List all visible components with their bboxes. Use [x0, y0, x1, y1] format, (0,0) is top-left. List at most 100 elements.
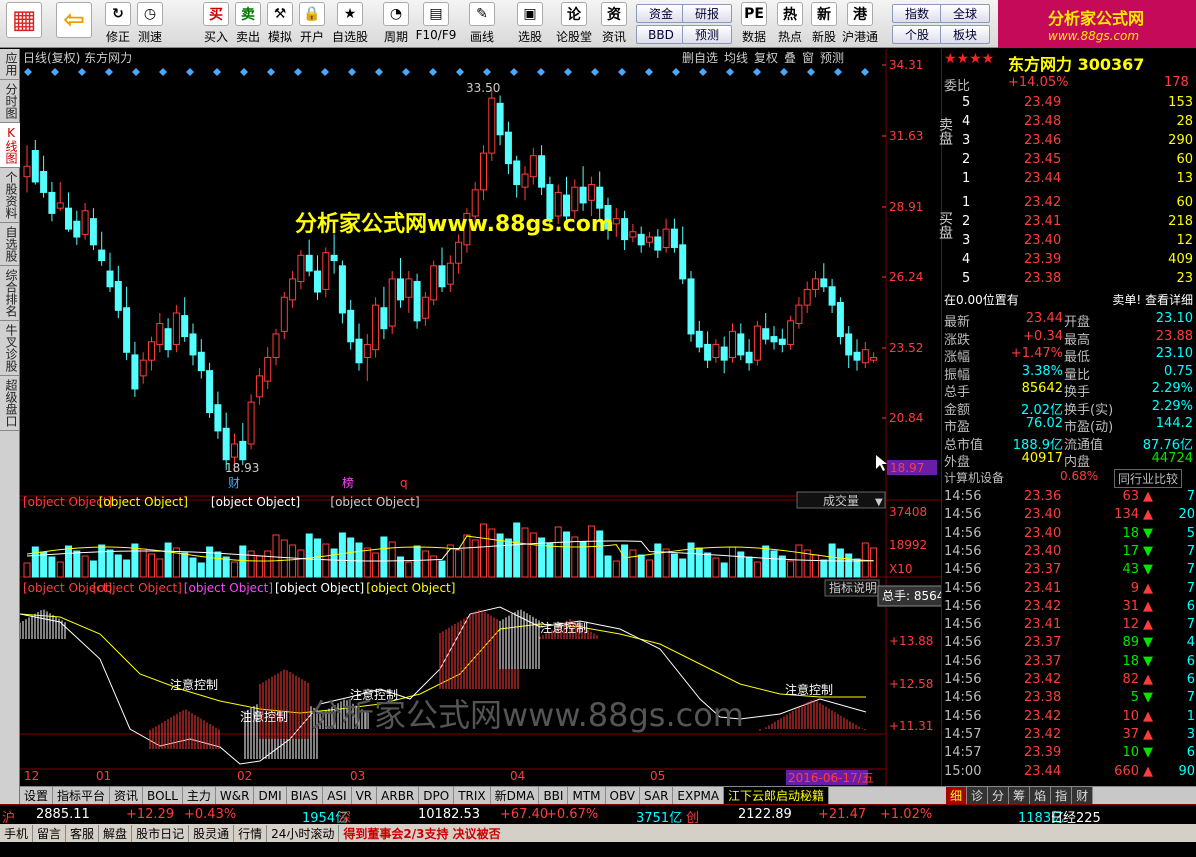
- toolbar-button-hk-connect[interactable]: 港沪港通: [842, 2, 878, 46]
- signal-diamond: [294, 68, 302, 76]
- buy-icon: 买: [203, 2, 229, 26]
- toolbar-button-ipo[interactable]: 新新股: [806, 2, 842, 46]
- toolbar-small-button[interactable]: BBD: [636, 25, 686, 44]
- indicator-tab[interactable]: BBI: [539, 787, 569, 804]
- news-ticker[interactable]: 得到董事会2/3支持 决议被否: [339, 825, 504, 842]
- chart-menu-3[interactable]: 叠: [784, 51, 796, 65]
- toolbar-button-f10[interactable]: ▤ F10/F9: [416, 2, 456, 46]
- signal-diamond: [483, 68, 491, 76]
- toolbar-small-button[interactable]: 预测: [682, 25, 732, 44]
- status-link[interactable]: 手机: [0, 824, 34, 842]
- toolbar-button-forum[interactable]: 论论股堂: [556, 2, 592, 46]
- indicator-tab[interactable]: BOLL: [143, 787, 183, 804]
- indicator-tab[interactable]: BIAS: [287, 787, 324, 804]
- volume-bar: [513, 522, 521, 578]
- status-link[interactable]: 24小时滚动: [267, 824, 340, 842]
- indicator-tab[interactable]: OBV: [606, 787, 641, 804]
- stat-label: 外盘: [944, 455, 971, 470]
- indicator-tab[interactable]: 主力: [183, 787, 216, 804]
- indicator-tab[interactable]: VR: [352, 787, 378, 804]
- detail-link[interactable]: 卖单! 查看详细: [1112, 291, 1193, 308]
- status-link[interactable]: 行情: [234, 824, 268, 842]
- indicator-tab[interactable]: 资讯: [110, 787, 144, 804]
- side-tab-4[interactable]: 自选股: [0, 223, 20, 266]
- indicator-tab[interactable]: DMI: [254, 787, 287, 804]
- panel-tab[interactable]: 筹: [1009, 787, 1031, 804]
- side-tab-0[interactable]: 应用: [0, 49, 20, 80]
- toolbar-button-lock[interactable]: 🔒 开户: [294, 2, 330, 46]
- toolbar-button-app-menu[interactable]: ▦: [4, 2, 44, 46]
- status-link[interactable]: 股市日记: [132, 824, 190, 842]
- industry-name[interactable]: 计算机设备: [944, 469, 1004, 486]
- panel-tab[interactable]: 指: [1051, 787, 1073, 804]
- event-marker[interactable]: 榜: [342, 475, 354, 490]
- side-tab-7[interactable]: 超级盘口: [0, 376, 20, 431]
- toolbar-button-clock[interactable]: ◔ 周期: [378, 2, 414, 46]
- side-tab-6[interactable]: 牛叉诊股: [0, 321, 20, 376]
- side-tab-3[interactable]: 个股资料: [0, 168, 20, 223]
- indicator-tab[interactable]: TRIX: [454, 787, 491, 804]
- toolbar-button-pencil[interactable]: ✎ 画线: [464, 2, 500, 46]
- toolbar-button-back-arrow[interactable]: ⇦: [54, 2, 94, 46]
- panel-tab[interactable]: 财: [1072, 787, 1094, 804]
- candle-body: [314, 270, 321, 293]
- indicator-tab[interactable]: ARBR: [377, 787, 420, 804]
- toolbar-small-button[interactable]: 研报: [682, 4, 732, 23]
- panel-tab[interactable]: 焰: [1030, 787, 1052, 804]
- toolbar-small-button[interactable]: 板块: [940, 25, 990, 44]
- status-link[interactable]: 留言: [33, 824, 67, 842]
- indicator-tab[interactable]: 指标平台: [53, 787, 111, 804]
- indicator-tab[interactable]: SAR: [640, 787, 674, 804]
- toolbar-button-revise[interactable]: ↻ 修正: [100, 2, 136, 46]
- chart-menu-4[interactable]: 窗: [802, 51, 814, 65]
- panel-tab[interactable]: 细: [946, 787, 968, 804]
- toolbar-small-button[interactable]: 全球: [940, 4, 990, 23]
- toolbar-button-pe[interactable]: PE 数据: [736, 2, 772, 46]
- indicator-help-label[interactable]: 指标说明: [829, 580, 877, 595]
- toolbar-small-button[interactable]: 指数: [892, 4, 942, 23]
- toolbar-button-sell[interactable]: 卖卖出: [230, 2, 266, 46]
- toolbar-button-buy[interactable]: 买买入: [198, 2, 234, 46]
- event-marker[interactable]: q: [400, 476, 408, 490]
- toolbar-button-speed-test[interactable]: ◷ 测速: [132, 2, 168, 46]
- toolbar-small-button[interactable]: 资金: [636, 4, 686, 23]
- toolbar-button-hot[interactable]: 热热点: [772, 2, 808, 46]
- stat-row: 金额 2.02亿 换手(实) 2.29%: [942, 399, 1196, 418]
- event-marker[interactable]: 财: [228, 476, 240, 490]
- status-link[interactable]: 股灵通: [189, 824, 235, 842]
- side-tab-2[interactable]: K线图: [0, 123, 20, 168]
- toolbar-button-news[interactable]: 资资讯: [596, 2, 632, 46]
- candle-body: [579, 186, 587, 204]
- signal-diamond: [78, 68, 86, 76]
- toolbar-button-filter[interactable]: ▣ 选股: [512, 2, 548, 46]
- indicator-tab[interactable]: ASI: [323, 787, 352, 804]
- indicator-tab[interactable]: W&R: [216, 787, 255, 804]
- indicator-tab[interactable]: EXPMA: [673, 787, 725, 804]
- toolbar-button-star[interactable]: ★ 自选股: [332, 2, 368, 46]
- indicator-tab[interactable]: 江下云郎启动秘籍: [724, 787, 830, 804]
- indicator-tab[interactable]: 设置: [20, 787, 54, 804]
- side-tab-1[interactable]: 分时图: [0, 80, 20, 123]
- chart-menu-2[interactable]: 复权: [754, 51, 778, 65]
- volume-selector-label[interactable]: 成交量: [823, 493, 859, 508]
- indicator-tab[interactable]: 新DMA: [491, 787, 540, 804]
- indicator-tab[interactable]: MTM: [568, 787, 606, 804]
- chart-menu-5[interactable]: 预测: [820, 51, 844, 65]
- compare-button[interactable]: 同行业比较: [1114, 469, 1183, 488]
- tick-row: 14:56 23.40 17 ▼ 7: [942, 544, 1196, 562]
- indicator-tab[interactable]: DPO: [419, 787, 455, 804]
- tick-extra: 7: [1186, 489, 1195, 504]
- status-link[interactable]: 客服: [66, 824, 100, 842]
- toolbar-small-button[interactable]: 个股: [892, 25, 942, 44]
- chart-menu-0[interactable]: 删自选: [682, 51, 718, 65]
- panel-tab[interactable]: 诊: [967, 787, 989, 804]
- chevron-down-icon[interactable]: ▼: [875, 497, 883, 508]
- volume-bar: [206, 546, 214, 578]
- candle-body: [529, 155, 537, 178]
- kline-chart-area[interactable]: 日线(复权) 东方网力 删自选 均线 复权叠窗预测 34.31 31.63 28.91 26.…: [20, 49, 941, 786]
- status-link[interactable]: 解盘: [99, 824, 133, 842]
- side-tab-5[interactable]: 综合排名: [0, 266, 20, 321]
- toolbar-button-hammer[interactable]: ⚒ 模拟: [262, 2, 298, 46]
- panel-tab[interactable]: 分: [988, 787, 1010, 804]
- chart-menu-1[interactable]: 均线: [724, 51, 748, 65]
